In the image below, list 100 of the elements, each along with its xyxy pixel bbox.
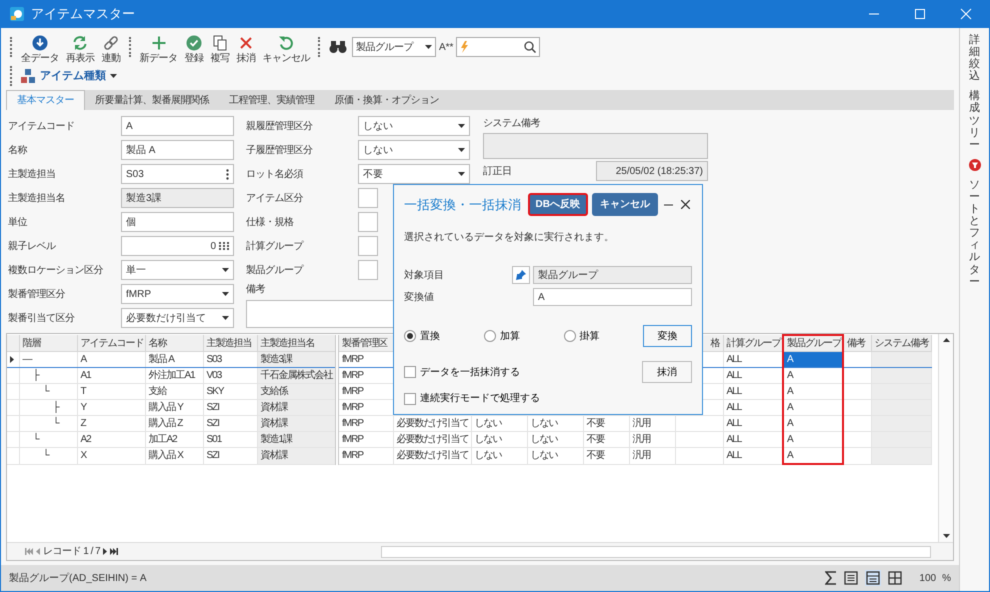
pin-button[interactable] — [512, 266, 530, 284]
table-cell: 外注加工A1 — [145, 368, 203, 384]
delete-button[interactable]: 抹消 — [642, 361, 692, 383]
lightning-icon — [460, 41, 468, 53]
toolbar-button[interactable]: 再表示 — [64, 35, 96, 64]
input-field[interactable]: 製品 A — [121, 140, 234, 160]
toolbar-button[interactable]: 複写 — [208, 35, 232, 64]
dropdown-value: 単一 — [126, 264, 146, 278]
dropdown[interactable] — [358, 188, 378, 208]
table-cell: 製造1課 — [257, 432, 337, 448]
checkbox-option[interactable]: 連続実行モードで処理する — [404, 391, 540, 406]
toolbar-button[interactable]: 登録 — [182, 35, 206, 64]
field-label: アイテムコード — [8, 120, 76, 134]
table-cell: X — [77, 448, 145, 464]
link-icon — [103, 35, 119, 51]
radio-option[interactable]: 加算 — [484, 328, 564, 344]
dropdown[interactable]: 不要 — [358, 164, 470, 184]
keypad-icon — [219, 242, 229, 250]
dropdown-value: 必要数だけ引当て — [126, 312, 206, 326]
table-cell: 不要 — [583, 432, 629, 448]
field-label: 計算グループ — [246, 240, 305, 254]
dropdown[interactable]: fMRP — [121, 284, 234, 304]
tab[interactable]: 工程管理、実績管理 — [219, 90, 324, 110]
toolbar-button[interactable]: 全データ — [19, 35, 61, 64]
table-cell: fMRP — [337, 448, 393, 464]
input-field[interactable]: S03 — [121, 164, 234, 184]
dialog-button[interactable]: キャンセル — [592, 193, 658, 216]
column-header[interactable]: 名称 — [145, 335, 203, 352]
toolbar-button[interactable]: 新データ — [138, 35, 180, 64]
column-header[interactable]: 階層 — [19, 335, 77, 352]
close-button[interactable] — [679, 200, 692, 209]
toolbar-button[interactable]: 連動 — [100, 35, 122, 64]
copy-icon — [212, 35, 228, 51]
input-field[interactable]: A — [121, 116, 234, 136]
caret-icon — [222, 292, 229, 296]
side-tab[interactable]: 構成ツリー — [969, 90, 980, 151]
dialog-button[interactable]: DBへ反映 — [528, 193, 588, 216]
binoculars-icon — [329, 40, 347, 54]
field-label: 仕様・規格 — [246, 216, 294, 230]
plus-icon — [150, 35, 166, 51]
dropdown[interactable]: しない — [358, 140, 470, 160]
table-cell: しない — [527, 432, 583, 448]
caret-icon — [425, 45, 432, 49]
toolbar-button[interactable]: 抹消 — [234, 35, 258, 64]
column-header[interactable]: 製番管理区 — [337, 335, 393, 352]
radio-option[interactable]: 掛算 — [564, 328, 644, 344]
item-type-menu[interactable]: アイテム種類 — [20, 68, 117, 84]
table-cell: 支給係 — [257, 384, 337, 400]
zoom-value: 100 — [919, 572, 936, 586]
column-header[interactable]: アイテムコード — [77, 335, 145, 352]
table-cell: SZI — [203, 448, 257, 464]
tab[interactable]: 所要量計算、製番展開関係 — [85, 90, 219, 110]
dropdown[interactable]: しない — [358, 116, 470, 136]
vertical-scrollbar[interactable] — [938, 334, 953, 542]
table-cell: SZI — [203, 416, 257, 432]
view-button[interactable] — [843, 570, 860, 586]
scroll-up-icon — [942, 338, 950, 342]
table-cell: S01 — [203, 432, 257, 448]
field-label: 主製造担当名 — [8, 192, 66, 206]
dropdown-value: しない — [363, 144, 393, 158]
tab[interactable]: 基本マスター — [6, 90, 85, 110]
search-field[interactable] — [456, 37, 540, 57]
column-header[interactable]: 製品グループ — [783, 335, 843, 352]
radio-option[interactable]: 置換 — [404, 328, 484, 344]
field-value: 個 — [126, 216, 136, 230]
checkbox-option[interactable]: データを一括抹消する — [404, 364, 520, 380]
field-label: 対象項目 — [404, 268, 445, 282]
toolbar-button[interactable]: キャンセル — [260, 35, 312, 64]
table-cell: └ — [19, 416, 77, 432]
view-button[interactable] — [865, 570, 882, 586]
input-field[interactable]: 個 — [121, 212, 234, 232]
tab[interactable]: 原価・換算・オプション — [324, 90, 449, 110]
table-cell: A — [783, 384, 843, 400]
input-field[interactable]: A — [533, 288, 692, 306]
field-label: システム備考 — [483, 116, 542, 131]
dropdown[interactable] — [358, 260, 378, 280]
dropdown[interactable] — [358, 236, 378, 256]
maximize-icon — [914, 8, 926, 20]
dropdown[interactable]: 必要数だけ引当て — [121, 308, 234, 328]
dropdown[interactable]: 単一 — [121, 260, 234, 280]
convert-button[interactable]: 変換 — [643, 325, 692, 347]
column-header[interactable]: 主製造担当 — [203, 335, 257, 352]
side-tab[interactable]: ソートとフィルター — [969, 178, 980, 288]
column-header[interactable]: 主製造担当名 — [257, 335, 337, 352]
dropdown[interactable] — [358, 212, 378, 232]
input-field[interactable]: 0 — [121, 236, 234, 256]
column-header[interactable]: 備考 — [843, 335, 871, 352]
side-tab[interactable]: 詳細絞込 — [969, 34, 980, 82]
dialog-title: 一括変換・一括抹消 — [404, 196, 521, 214]
table-cell: 千石金属株式会社 — [257, 368, 337, 384]
column-header[interactable]: システム備考 — [871, 335, 931, 352]
column-header[interactable]: 計算グループ — [723, 335, 783, 352]
dropdown-value: 不要 — [363, 168, 383, 182]
field-dropdown[interactable]: 製品グループ — [352, 37, 436, 57]
field-value: 25/05/02 (18:25:37) — [616, 164, 703, 178]
horizontal-scrollbar[interactable] — [381, 546, 931, 558]
view-button[interactable] — [887, 570, 904, 586]
find-button[interactable] — [327, 40, 349, 54]
status-text: 製品グループ(AD_SEIHIN) = A — [9, 572, 147, 586]
check-icon — [186, 35, 202, 51]
